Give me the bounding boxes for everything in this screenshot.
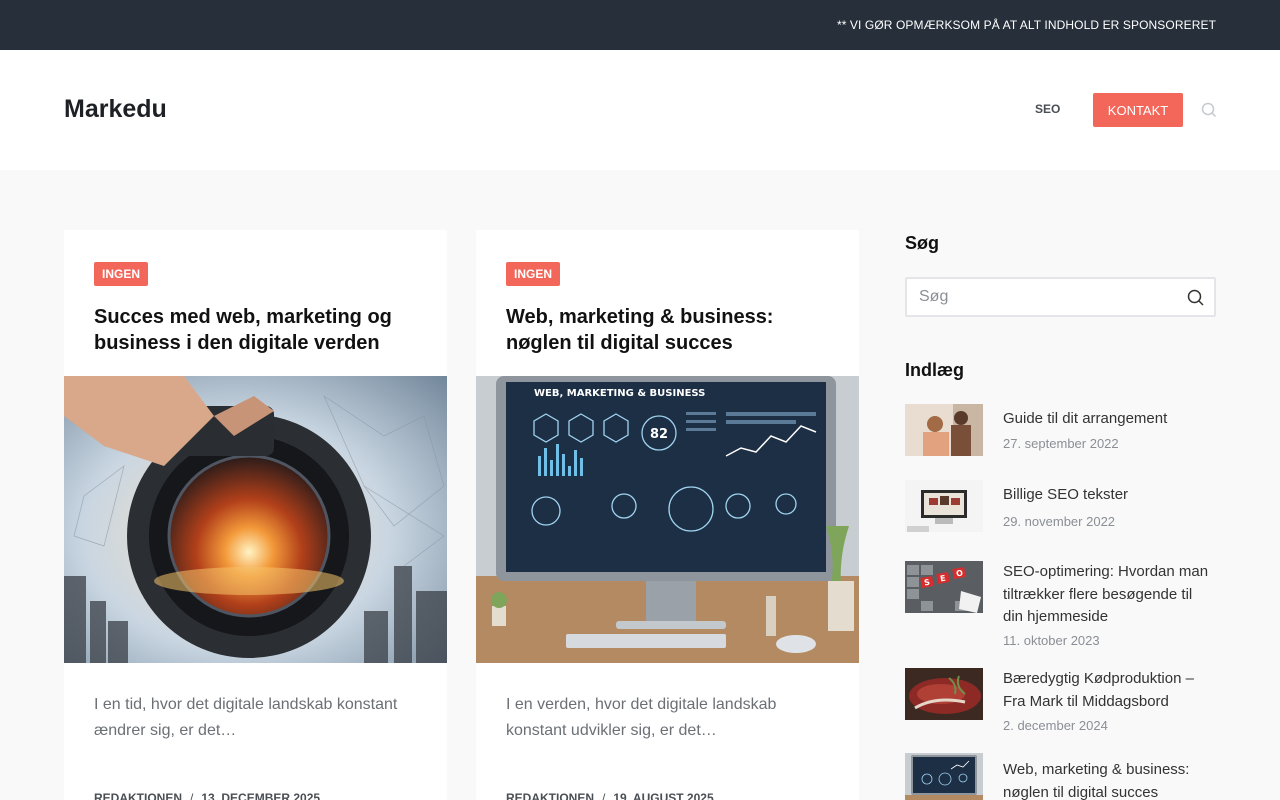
post-date: 27. september 2022 (1003, 436, 1119, 451)
article-date: 19. AUGUST 2025 (613, 791, 714, 800)
post-thumbnail[interactable] (905, 480, 983, 532)
search-icon[interactable] (1201, 102, 1217, 118)
sponsor-notice: ** VI GØR OPMÆRKSOM PÅ AT ALT INDHOLD ER… (836, 18, 1216, 32)
article-title[interactable]: Web, marketing & business: nøglen til di… (506, 304, 836, 356)
article-card: INGEN Succes med web, marketing og busin… (64, 230, 447, 800)
post-date: 2. december 2024 (1003, 718, 1108, 733)
search-heading: Søg (905, 233, 939, 253)
image-banner-text: WEB, MARKETING & BUSINESS (534, 388, 705, 399)
post-title[interactable]: Web, marketing & business: nøglen til di… (1003, 759, 1216, 800)
category-badge[interactable]: INGEN (506, 262, 561, 286)
contact-button[interactable]: KONTAKT (1093, 93, 1183, 127)
post-thumbnail[interactable] (905, 404, 983, 456)
post-title[interactable]: SEO-optimering: Hvordan man tiltrækker f… (1003, 561, 1216, 629)
category-badge[interactable]: INGEN (94, 262, 149, 286)
search-input[interactable] (907, 279, 1167, 315)
article-excerpt: I en tid, hvor det digitale landskab kon… (94, 696, 398, 739)
article-meta: REDAKTIONEN / 13. DECEMBER 2025 (94, 791, 320, 800)
author-link[interactable]: REDAKTIONEN (506, 791, 594, 800)
article-card: INGEN Web, marketing & business: nøglen … (476, 230, 859, 800)
posts-heading: Indlæg (905, 360, 964, 380)
post-title[interactable]: Guide til dit arrangement (1003, 408, 1216, 431)
search-icon[interactable] (1187, 289, 1204, 306)
image-gauge-value: 82 (650, 427, 668, 442)
author-link[interactable]: REDAKTIONEN (94, 791, 182, 800)
article-image[interactable]: WEB, MARKETING & BUSINESS 82 (476, 376, 859, 663)
article-image[interactable] (64, 376, 447, 663)
article-meta: REDAKTIONEN / 19. AUGUST 2025 (506, 791, 714, 800)
meta-separator: / (190, 791, 194, 800)
post-date: 29. november 2022 (1003, 514, 1116, 529)
post-thumbnail[interactable]: S E O (905, 561, 983, 613)
nav-item-seo[interactable]: SEO (1035, 102, 1060, 116)
post-title[interactable]: Billige SEO tekster (1003, 484, 1216, 507)
post-title[interactable]: Bæredygtig Kødproduktion – Fra Mark til … (1003, 668, 1216, 713)
article-title[interactable]: Succes med web, marketing og business i … (94, 304, 424, 356)
sidebar-search (905, 277, 1216, 317)
site-header: Markedu SEO KONTAKT (0, 50, 1280, 170)
post-thumbnail[interactable] (905, 668, 983, 720)
meta-separator: / (602, 791, 606, 800)
site-logo[interactable]: Markedu (64, 95, 167, 124)
top-notice-bar: ** VI GØR OPMÆRKSOM PÅ AT ALT INDHOLD ER… (0, 0, 1280, 50)
article-excerpt: I en verden, hvor det digitale landskab … (506, 696, 777, 739)
post-date: 11. oktober 2023 (1003, 633, 1100, 648)
post-thumbnail[interactable] (905, 753, 983, 800)
article-date: 13. DECEMBER 2025 (201, 791, 321, 800)
